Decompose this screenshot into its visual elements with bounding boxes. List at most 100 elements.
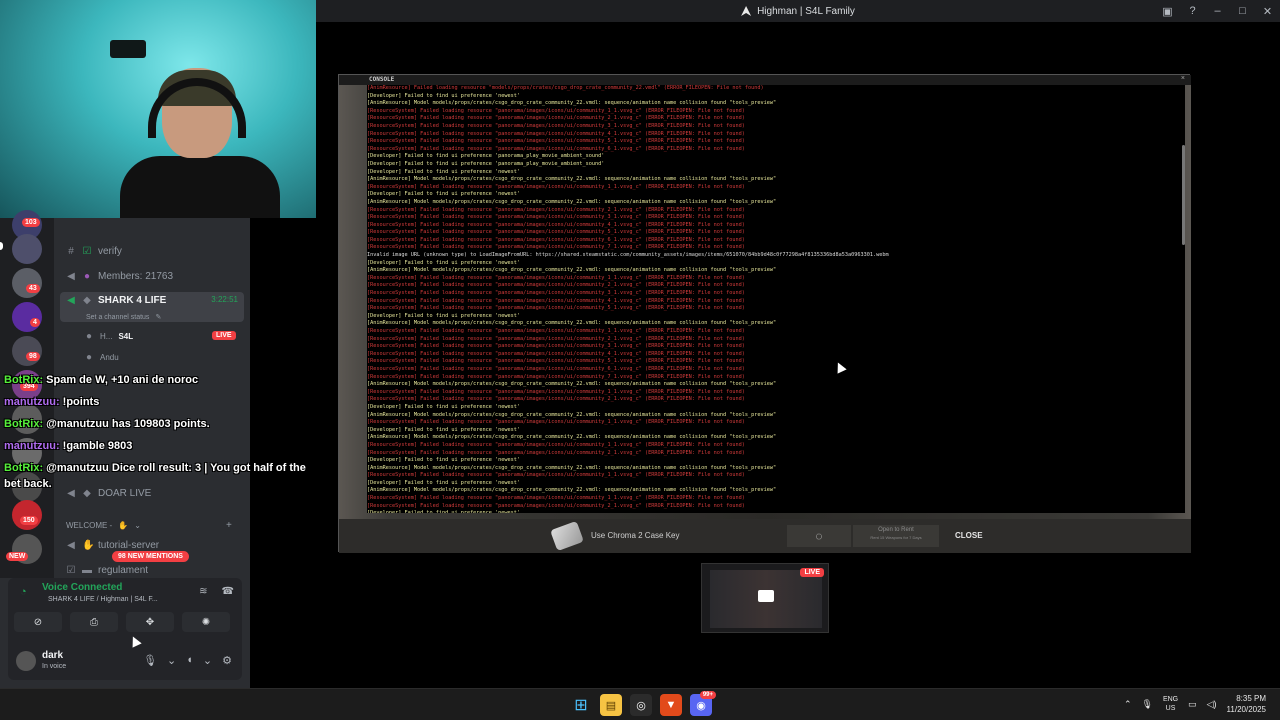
use-key-label[interactable]: Use Chroma 2 Case Key <box>591 531 679 540</box>
headphones-icon[interactable]: ◖ <box>186 654 193 667</box>
chat-text: !gamble 9803 <box>59 440 133 452</box>
channel-verify[interactable]: # ☑ verify <box>66 242 122 260</box>
server-icon[interactable] <box>12 302 42 332</box>
window-title-text: Highman | S4L Family <box>757 5 855 17</box>
category-welcome[interactable]: WELCOME - ✋ ⌄ <box>66 516 141 534</box>
server-icon[interactable] <box>12 234 42 264</box>
console-line: [ResourceSystem] Failed loading resource… <box>367 502 745 509</box>
chevron-down-icon[interactable]: ⌄ <box>203 654 212 667</box>
close-window-button[interactable]: ✕ <box>1255 0 1280 22</box>
hash-icon: # <box>68 245 74 257</box>
volume-icon[interactable]: ◁) <box>1207 699 1217 710</box>
console-line: [ResourceSystem] Failed loading resource… <box>367 130 745 137</box>
voice-location[interactable]: SHARK 4 LIFE / Highman | S4L F... <box>48 596 158 603</box>
console-line: [Developer] Failed to find ui preference… <box>367 403 521 410</box>
discord-icon[interactable]: ◉ 99+ <box>690 691 716 716</box>
maximize-button[interactable]: □ <box>1230 0 1255 22</box>
gear-icon[interactable]: ⚙ <box>222 654 232 667</box>
share-screen-button[interactable]: ⎙ <box>70 612 118 632</box>
console-line: [Developer] Failed to find ui preference… <box>367 160 605 167</box>
channel-label: verify <box>98 245 122 257</box>
steam-icon[interactable]: ◎ <box>630 694 652 716</box>
channel-regulament[interactable]: ☑ ▬ regulament <box>66 561 149 579</box>
console-line: [Developer] Failed to find ui preference… <box>367 510 1185 513</box>
game-console-window: CONSOLE × [AnimResource] Failed loading … <box>338 74 1191 553</box>
category-label: WELCOME - <box>66 520 113 530</box>
language-indicator[interactable]: ENG US <box>1163 695 1178 713</box>
camera-off-icon: ⊘ <box>33 616 43 628</box>
new-badge: NEW <box>6 552 29 561</box>
channel-doar-live[interactable]: ◀ ◆ DOAR LIVE <box>66 484 151 502</box>
channel-members[interactable]: ◀ ● Members: 21763 <box>66 267 173 285</box>
checkbox-icon: ☑ <box>66 564 76 576</box>
webcam-overlay <box>0 0 316 218</box>
open-to-rent-button[interactable]: Open to Rent Rent 15 Weapons for 7 Days <box>853 525 939 547</box>
activities-button[interactable]: ✥ <box>126 612 174 632</box>
monitor-icon <box>758 590 774 602</box>
console-line: [Developer] Failed to find ui preference… <box>367 457 521 464</box>
mention-badge: 103 <box>22 218 40 227</box>
window-titlebar: Highman | S4L Family ▣ ? – □ ✕ <box>316 0 1280 22</box>
member-name: Andu <box>100 352 119 362</box>
microphone-icon[interactable]: 🎙︎ <box>1142 699 1153 710</box>
screen-share-icon: ⎙ <box>90 616 98 628</box>
console-line: Invalid image URL (unknown type) to Load… <box>367 252 889 259</box>
chat-message: BotRix: Spam de W, +10 ani de noroc <box>4 374 198 386</box>
console-log[interactable]: [AnimResource] Failed loading resource "… <box>367 85 1185 513</box>
console-line: [AnimResource] Model models/props/crates… <box>367 176 777 183</box>
voice-member-andu[interactable]: ● Andu <box>84 348 119 366</box>
console-line: [Developer] Failed to find ui preference… <box>367 479 521 486</box>
console-line: [Developer] Failed to find ui preference… <box>367 168 521 175</box>
minimize-button[interactable]: – <box>1205 0 1230 22</box>
loading-button[interactable]: ◌ <box>787 525 851 547</box>
console-line: [ResourceSystem] Failed loading resource… <box>367 343 745 350</box>
add-channel-icon[interactable]: + <box>226 516 232 534</box>
console-line: [ResourceSystem] Failed loading resource… <box>367 388 745 395</box>
close-button[interactable]: CLOSE <box>955 531 983 540</box>
microphone-icon[interactable]: 🎙︎ <box>143 654 157 667</box>
chat-username: BotRix: <box>4 374 44 386</box>
brave-icon[interactable]: ▼ <box>660 694 682 716</box>
network-icon[interactable]: ▭ <box>1188 699 1197 710</box>
console-line: [AnimResource] Model models/props/crates… <box>367 464 777 471</box>
console-line: [AnimResource] Model models/props/crates… <box>367 381 777 388</box>
chevron-down-icon[interactable]: ⌄ <box>167 654 176 667</box>
console-title: CONSOLE <box>369 76 395 83</box>
windows-start-icon[interactable]: ⊞ <box>570 694 592 716</box>
console-line: [ResourceSystem] Failed loading resource… <box>367 419 745 426</box>
voice-status[interactable]: Voice Connected <box>42 582 122 593</box>
book-icon: ▬ <box>82 564 92 576</box>
console-scrollbar[interactable] <box>1182 145 1185 245</box>
console-line: [Developer] Failed to find ui preference… <box>367 92 521 99</box>
file-explorer-icon[interactable]: ▤ <box>600 694 622 716</box>
close-icon[interactable]: × <box>1181 75 1185 82</box>
disconnect-icon[interactable]: ☎ <box>222 586 234 597</box>
chevron-down-icon: ⌄ <box>134 520 141 530</box>
stream-preview[interactable]: LIVE <box>701 563 829 633</box>
console-line: [AnimResource] Model models/props/crates… <box>367 100 777 107</box>
console-line: [ResourceSystem] Failed loading resource… <box>367 221 745 228</box>
server-icon[interactable] <box>12 336 42 366</box>
console-line: [AnimResource] Model models/props/crates… <box>367 320 777 327</box>
camera-off-button[interactable]: ⊘ <box>14 612 62 632</box>
console-line: [ResourceSystem] Failed loading resource… <box>367 373 745 380</box>
inbox-icon[interactable]: ▣ <box>1155 0 1180 22</box>
megaphone-icon: ◀ <box>67 539 75 551</box>
avatar[interactable] <box>16 651 36 671</box>
chevron-up-icon[interactable]: ⌃ <box>1124 699 1132 710</box>
server-icon[interactable] <box>12 268 42 298</box>
voice-member-h[interactable]: ● H... S4L <box>84 327 133 345</box>
console-line: [ResourceSystem] Failed loading resource… <box>367 244 745 251</box>
soundboard-button[interactable]: ✺ <box>182 612 230 632</box>
member-name: H... <box>100 331 113 341</box>
clock[interactable]: 8:35 PM 11/20/2025 <box>1227 693 1266 715</box>
console-line: [AnimResource] Failed loading resource "… <box>367 85 764 91</box>
new-mentions-pill[interactable]: 98 NEW MENTIONS <box>112 551 189 562</box>
open-to-rent-label: Open to Rent <box>878 527 914 533</box>
console-line: [ResourceSystem] Failed loading resource… <box>367 495 745 502</box>
noise-suppression-icon[interactable]: ≋ <box>199 586 207 597</box>
console-line: [ResourceSystem] Failed loading resource… <box>367 107 745 114</box>
server-icon[interactable] <box>12 500 42 530</box>
help-icon[interactable]: ? <box>1180 0 1205 22</box>
channel-status[interactable]: Set a channel status ✎ <box>86 308 161 326</box>
